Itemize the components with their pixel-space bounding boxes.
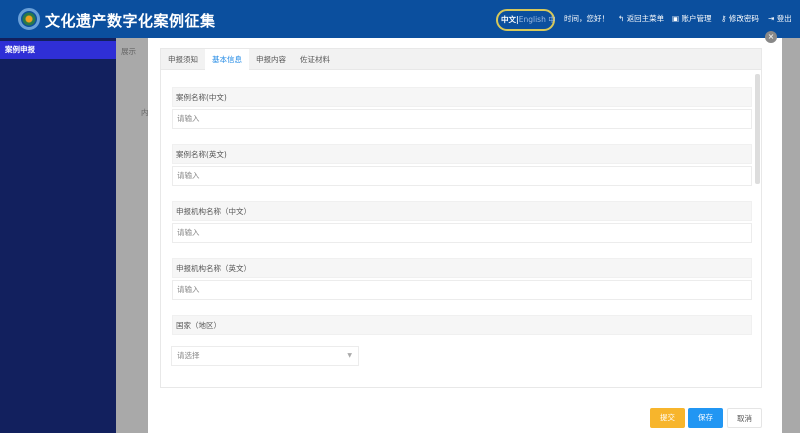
- tab-evidence[interactable]: 佐证材料: [293, 49, 337, 70]
- case-name-cn-input[interactable]: 请输入: [172, 109, 752, 129]
- greeting: 时间，您好！: [564, 14, 609, 23]
- sidebar: 案例申报: [0, 38, 116, 433]
- tab-bar: 申报须知 基本信息 申报内容 佐证材料: [160, 48, 762, 70]
- nav-back-menu[interactable]: ↰ 返回主菜单: [618, 13, 664, 24]
- field-case-name-cn: 案例名称(中文) 请输入: [172, 87, 752, 129]
- nav-label: 登出: [776, 14, 792, 23]
- nav-label: 返回主菜单: [626, 14, 665, 23]
- case-name-en-input[interactable]: 请输入: [172, 166, 752, 186]
- close-icon[interactable]: ×: [765, 31, 777, 43]
- key-icon: ⚷: [721, 14, 727, 23]
- nav-label: 账户管理: [681, 14, 712, 23]
- field-org-name-en: 申报机构名称（英文） 请输入: [172, 258, 752, 300]
- logo-icon: [18, 8, 40, 30]
- field-org-name-cn: 申报机构名称（中文） 请输入: [172, 201, 752, 243]
- select-placeholder: 请选择: [177, 351, 200, 360]
- field-label: 申报机构名称（英文）: [172, 258, 752, 278]
- language-switch[interactable]: 中文|English 中: [496, 9, 556, 31]
- back-arrow-icon: ↰: [618, 14, 625, 23]
- lang-chinese[interactable]: 中文: [501, 15, 516, 24]
- save-button[interactable]: 保存: [688, 408, 723, 428]
- lang-icon: 中: [548, 15, 556, 24]
- tab-content[interactable]: 申报内容: [249, 49, 293, 70]
- case-form-dialog: 申报须知 基本信息 申报内容 佐证材料 案例名称(中文) 请输入 案例名称(英文…: [148, 38, 782, 433]
- background-text: 展示: [121, 47, 136, 56]
- header: 文化遗产数字化案例征集 中文|English 中 时间，您好！ ↰ 返回主菜单 …: [0, 0, 800, 38]
- org-name-en-input[interactable]: 请输入: [172, 280, 752, 300]
- nav-label: 修改密码: [728, 14, 759, 23]
- sidebar-item-case-declaration[interactable]: 案例申报: [0, 41, 116, 59]
- scrollbar[interactable]: [755, 74, 760, 184]
- chevron-down-icon: ▼: [347, 352, 352, 359]
- tab-notice[interactable]: 申报须知: [161, 49, 205, 70]
- country-select[interactable]: 请选择 ▼: [171, 346, 359, 366]
- submit-button[interactable]: 提交: [650, 408, 685, 428]
- field-case-name-en: 案例名称(英文) 请输入: [172, 144, 752, 186]
- field-label: 申报机构名称（中文）: [172, 201, 752, 221]
- field-label: 案例名称(中文): [172, 87, 752, 107]
- nav-change-password[interactable]: ⚷ 修改密码: [721, 13, 759, 24]
- cancel-button[interactable]: 取消: [727, 408, 762, 428]
- nav-account[interactable]: ▣ 账户管理: [672, 13, 711, 24]
- field-label: 国家（地区）: [172, 315, 752, 335]
- org-name-cn-input[interactable]: 请输入: [172, 223, 752, 243]
- app-title: 文化遗产数字化案例征集: [45, 12, 216, 30]
- tab-basic-info[interactable]: 基本信息: [205, 49, 249, 70]
- field-label: 案例名称(英文): [172, 144, 752, 164]
- lang-english[interactable]: English: [519, 15, 546, 24]
- nav-logout[interactable]: ⇥ 登出: [768, 13, 792, 24]
- id-card-icon: ▣: [672, 14, 680, 23]
- logout-icon: ⇥: [768, 14, 775, 23]
- field-country: 国家（地区）: [172, 315, 752, 335]
- form-panel: 案例名称(中文) 请输入 案例名称(英文) 请输入 申报机构名称（中文） 请输入…: [160, 70, 762, 388]
